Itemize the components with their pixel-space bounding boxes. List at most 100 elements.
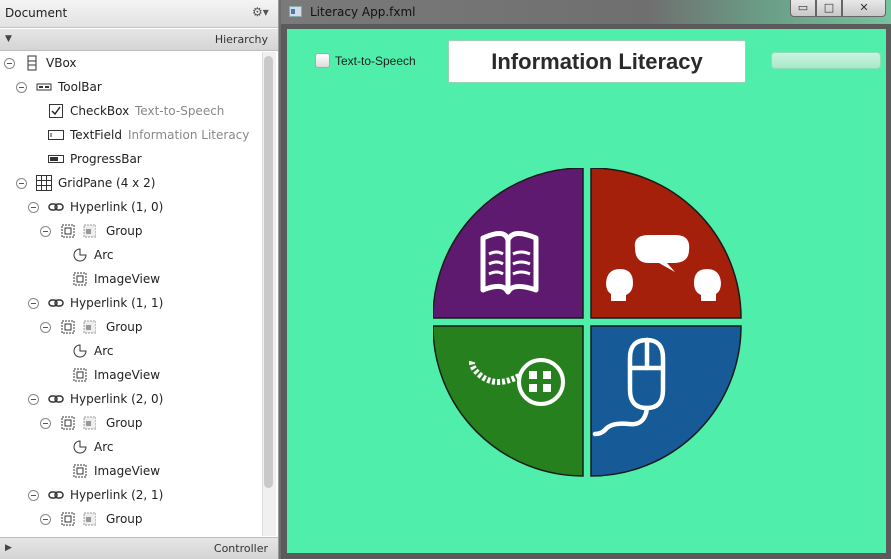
tree-item[interactable]: Hyperlink (2, 1): [0, 484, 262, 506]
hyperlink-conversation[interactable]: [590, 168, 742, 319]
hierarchy-label: Hierarchy: [214, 33, 268, 46]
tree-item-value: Information Literacy: [128, 128, 250, 142]
tree-item[interactable]: VBox: [0, 52, 262, 74]
tree-item[interactable]: Arc: [0, 436, 262, 458]
tree-item-label: Arc: [94, 440, 114, 454]
close-button[interactable]: ✕: [842, 0, 886, 17]
tree-item-label: Group: [106, 224, 143, 238]
tree-item-label: Group: [106, 512, 143, 526]
title-text-field[interactable]: Information Literacy: [448, 40, 746, 83]
group-icon: [60, 511, 97, 527]
hyperlink-icon: [48, 295, 64, 311]
controller-label: Controller: [213, 542, 268, 555]
tree-item-label: Hyperlink (1, 1): [70, 296, 164, 310]
window-controls: ▭ □ ✕: [790, 0, 886, 19]
tree-collapse-toggle-icon[interactable]: [16, 82, 27, 93]
tree-item[interactable]: ImageView: [0, 268, 262, 290]
hierarchy-tree: VBox ToolBar CheckBox Text-to-Speech TextFie…: [0, 52, 262, 536]
tree-item-label: Arc: [94, 344, 114, 358]
tree-item[interactable]: Hyperlink (1, 1): [0, 292, 262, 314]
tree-item[interactable]: ProgressBar: [0, 148, 262, 170]
hyperlink-icon: [48, 199, 64, 215]
tree-item[interactable]: ImageView: [0, 364, 262, 386]
tree-collapse-toggle-icon[interactable]: [4, 58, 15, 69]
hyperlink-icon: [48, 391, 64, 407]
tree-scrollbar-thumb[interactable]: [264, 56, 273, 488]
tree-collapse-toggle-icon[interactable]: [28, 490, 39, 501]
tree-item[interactable]: Group: [0, 316, 262, 338]
controller-section-header[interactable]: ▶ Controller: [0, 537, 278, 559]
tree-item-label: ImageView: [94, 272, 161, 286]
document-header: Document ⚙▾: [0, 0, 278, 28]
tree-item[interactable]: Arc: [0, 340, 262, 362]
arc-icon: [72, 247, 88, 263]
tree-collapse-toggle-icon[interactable]: [40, 514, 51, 525]
tree-item[interactable]: Group: [0, 220, 262, 242]
progressbar-icon: [48, 151, 64, 167]
minimize-button[interactable]: ▭: [790, 0, 816, 17]
tree-item-value: Text-to-Speech: [135, 104, 225, 118]
quadrant-computer[interactable]: [590, 325, 742, 477]
tree-item-label: ImageView: [94, 464, 161, 478]
tree-item-label: GridPane (4 x 2): [58, 176, 156, 190]
window-app-icon: [289, 6, 302, 17]
toolbar-icon: [36, 79, 52, 95]
tree-item-label: Hyperlink (1, 0): [70, 200, 164, 214]
tree-item[interactable]: Hyperlink (2, 0): [0, 388, 262, 410]
tree-item-label: Arc: [94, 248, 114, 262]
maximize-button[interactable]: □: [816, 0, 842, 17]
tree-item[interactable]: Group: [0, 508, 262, 530]
tree-item[interactable]: GridPane (4 x 2): [0, 172, 262, 194]
group-icon: [60, 415, 97, 431]
literacy-wheel: [433, 168, 742, 477]
tree-collapse-toggle-icon[interactable]: [40, 226, 51, 237]
group-icon: [60, 319, 97, 335]
quadrant-media[interactable]: [433, 325, 584, 477]
tree-item[interactable]: Group: [0, 412, 262, 434]
preview-window: Literacy App.fxml ▭ □ ✕ Text-to-Speech I…: [281, 0, 891, 559]
tree-item-label: ImageView: [94, 368, 161, 382]
tree-item-label: ToolBar: [58, 80, 102, 94]
tree-collapse-toggle-icon[interactable]: [40, 418, 51, 429]
group-icon: [60, 223, 97, 239]
tree-item[interactable]: ImageView: [0, 460, 262, 482]
tree-item-label: CheckBox: [70, 104, 130, 118]
tree-item[interactable]: CheckBox Text-to-Speech: [0, 100, 262, 122]
tree-item-label: Group: [106, 320, 143, 334]
imageview-icon: [72, 271, 88, 287]
tree-item[interactable]: TextField Information Literacy: [0, 124, 262, 146]
title-field-value[interactable]: Information Literacy: [449, 41, 745, 82]
tree-item-label: TextField: [70, 128, 122, 142]
tree-collapse-toggle-icon[interactable]: [40, 322, 51, 333]
tree-collapse-toggle-icon[interactable]: [28, 298, 39, 309]
progress-bar: [771, 52, 881, 69]
expand-arrow-icon[interactable]: ▶: [5, 543, 12, 553]
tree-item[interactable]: ToolBar: [0, 76, 262, 98]
tree-collapse-toggle-icon[interactable]: [16, 178, 27, 189]
imageview-icon: [72, 463, 88, 479]
tree-item[interactable]: Arc: [0, 244, 262, 266]
textfield-icon: [48, 127, 64, 143]
imageview-icon: [72, 367, 88, 383]
app-content: Text-to-Speech Information Literacy: [287, 29, 886, 553]
hierarchy-section-header[interactable]: ▼ Hierarchy: [0, 29, 278, 51]
settings-menu-icon[interactable]: ⚙▾: [252, 5, 269, 19]
tree-collapse-toggle-icon[interactable]: [28, 202, 39, 213]
tree-item-label: Hyperlink (2, 0): [70, 392, 164, 406]
window-titlebar[interactable]: Literacy App.fxml ▭ □ ✕: [281, 0, 891, 24]
checkbox-box[interactable]: [315, 53, 330, 68]
checkbox-label[interactable]: Text-to-Speech: [335, 54, 416, 68]
hyperlink-reading[interactable]: [433, 168, 584, 319]
arc-icon: [72, 439, 88, 455]
tree-item-label: VBox: [46, 56, 77, 70]
tree-collapse-toggle-icon[interactable]: [28, 394, 39, 405]
hyperlink-computer[interactable]: [590, 325, 742, 477]
tree-item[interactable]: Hyperlink (1, 0): [0, 196, 262, 218]
tree-item-label: Hyperlink (2, 1): [70, 488, 164, 502]
hyperlink-media[interactable]: [433, 325, 584, 477]
tree-item-label: Group: [106, 416, 143, 430]
document-panel: Document ⚙▾ ▼ Hierarchy VBox ToolBar Check…: [0, 0, 279, 559]
arc-icon: [72, 343, 88, 359]
collapse-arrow-icon[interactable]: ▼: [5, 34, 12, 44]
vbox-icon: [24, 55, 40, 71]
